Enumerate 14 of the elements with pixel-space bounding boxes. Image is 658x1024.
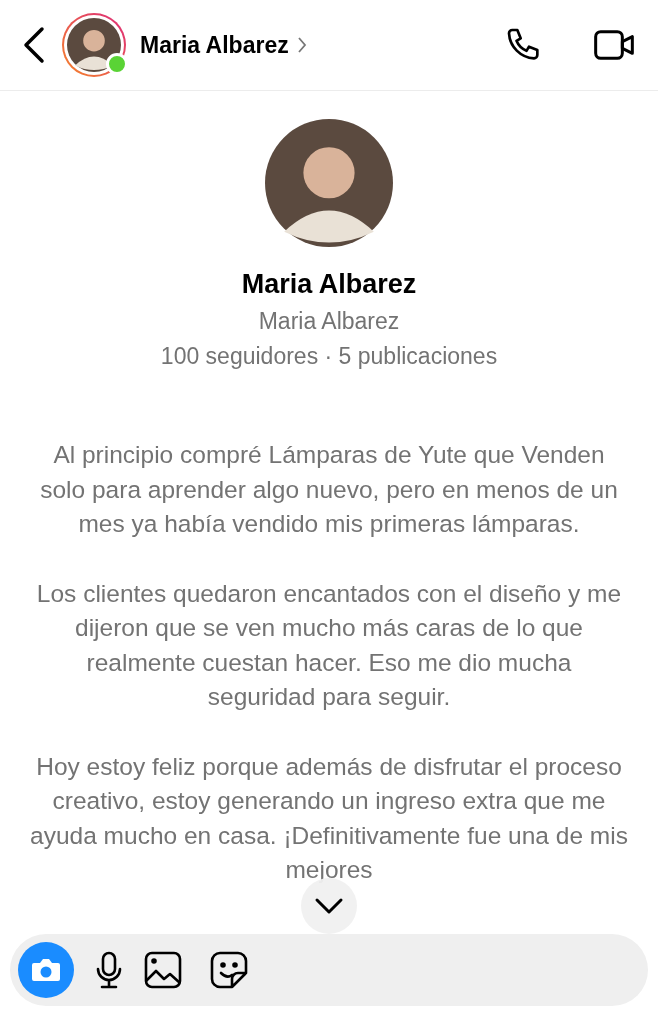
profile-stats: 100 seguidores · 5 publicaciones: [160, 343, 498, 370]
chevron-right-icon: [296, 36, 307, 54]
contact-name-link[interactable]: Maria Albarez: [140, 31, 307, 59]
microphone-icon[interactable]: [94, 950, 124, 990]
chevron-down-icon: [314, 897, 344, 915]
image-icon[interactable]: [144, 951, 182, 989]
camera-button[interactable]: [18, 942, 74, 998]
profile-name: Maria Albarez: [241, 269, 417, 300]
message-paragraph: Los clientes quedaron encantados con el diseño y me dijeron que se ven mucho más caras de lo que realmente cuestan hacer. Eso me dio mucha seguridad para seguir.: [35, 578, 623, 712]
message-paragraph: Hoy estoy feliz porque además de disfrutar el proceso creativo, estoy generando un ingreso extra que me ayuda mucho en casa. ¡Definitivamente fue una de mis mejores: [30, 751, 628, 885]
message-paragraph: Al principio compré Lámparas de Yute que Venden solo para aprender algo nuevo, pero en menos de un mes ya había vendido mis primeras lámparas.: [39, 440, 619, 539]
sticker-icon[interactable]: [210, 951, 248, 989]
camera-icon: [30, 956, 62, 984]
profile-username: Maria Albarez: [258, 308, 400, 335]
